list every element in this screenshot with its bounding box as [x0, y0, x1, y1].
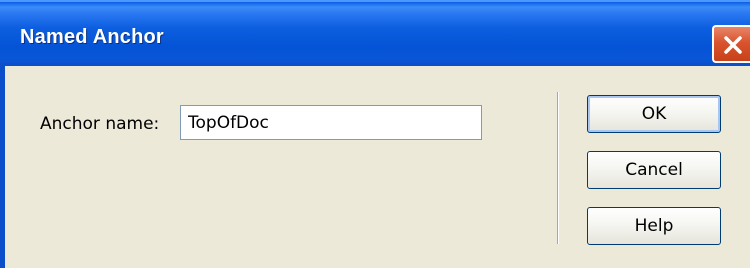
ok-button[interactable]: OK: [587, 95, 721, 133]
window-border: [0, 66, 5, 268]
anchor-name-input[interactable]: [180, 105, 482, 140]
window-title: Named Anchor: [20, 26, 164, 48]
cancel-button[interactable]: Cancel: [587, 151, 721, 189]
title-bar[interactable]: Named Anchor: [0, 0, 750, 66]
divider: [557, 92, 559, 244]
named-anchor-dialog: Named Anchor Anchor name: OK Cancel Help: [0, 0, 750, 268]
close-button[interactable]: [712, 25, 750, 63]
close-icon: [724, 36, 742, 54]
anchor-name-label: Anchor name:: [40, 114, 160, 134]
help-button[interactable]: Help: [587, 207, 721, 245]
